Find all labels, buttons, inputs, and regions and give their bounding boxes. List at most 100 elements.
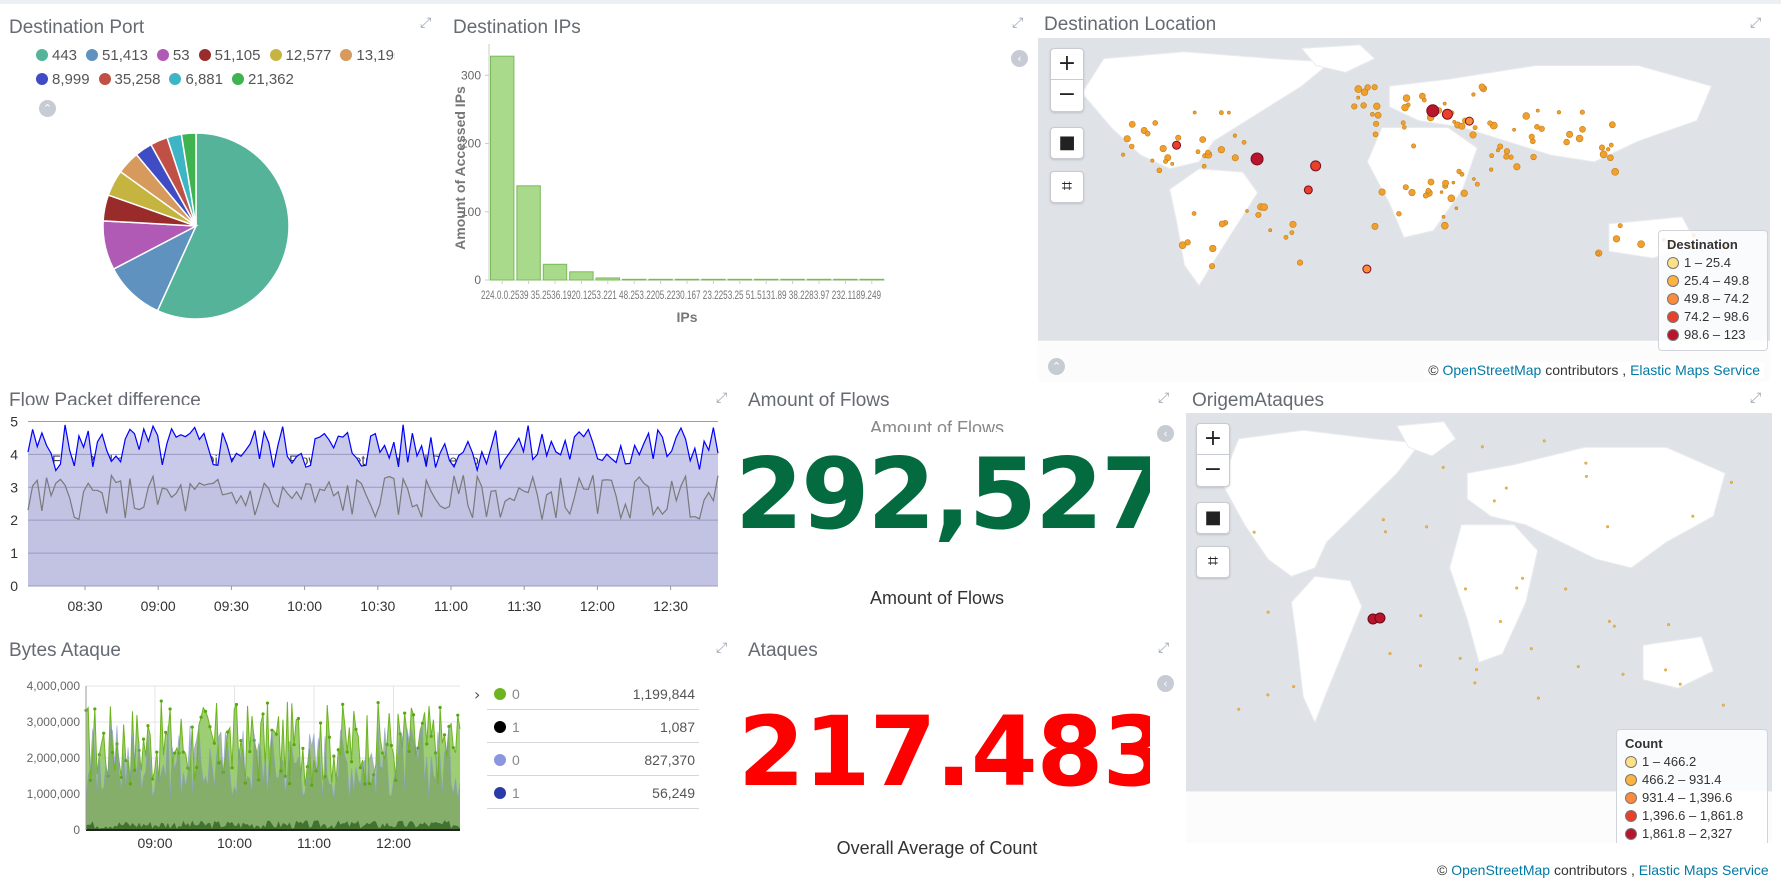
openstreetmap-link[interactable]: OpenStreetMap bbox=[1443, 362, 1542, 378]
table-row[interactable]: 1 56,249 bbox=[487, 777, 699, 809]
series-point bbox=[190, 725, 194, 729]
y-axis-title: Amount of Accessed IPs bbox=[452, 86, 468, 250]
zoom-in-button[interactable]: + bbox=[1051, 49, 1083, 80]
location-point bbox=[1283, 234, 1289, 240]
legend-item[interactable]: 13,195 bbox=[340, 47, 395, 64]
draw-rectangle-button[interactable]: ■ bbox=[1050, 127, 1084, 159]
location-point bbox=[1503, 148, 1511, 155]
location-point bbox=[1607, 154, 1614, 162]
location-point bbox=[1191, 211, 1197, 216]
legend-item[interactable]: 51,105 bbox=[198, 47, 261, 64]
elastic-maps-link[interactable]: Elastic Maps Service bbox=[1639, 862, 1769, 878]
legend-item[interactable]: 21,362 bbox=[231, 71, 294, 88]
legend-item: 1 – 25.4 bbox=[1667, 254, 1759, 272]
expand-icon[interactable]: ⤢ bbox=[1158, 641, 1172, 655]
location-point bbox=[1402, 94, 1411, 102]
location-point bbox=[1192, 110, 1197, 115]
collapse-legend-icon[interactable]: ‹ bbox=[1157, 425, 1174, 442]
row-label: 1 bbox=[512, 785, 520, 801]
location-point bbox=[1232, 133, 1238, 138]
location-point bbox=[1441, 221, 1449, 230]
series-point bbox=[411, 713, 416, 717]
destination-location-map[interactable]: + − ■ ⌗ Destination 1 – 25.4 25.4 – 49.8 4… bbox=[1038, 38, 1770, 382]
attrib-mid: contributors , bbox=[1553, 862, 1635, 878]
legend-item[interactable]: 8,999 bbox=[36, 71, 90, 88]
draw-rectangle-button[interactable]: ■ bbox=[1196, 502, 1230, 534]
row-value: 1,199,844 bbox=[632, 686, 695, 702]
bar-23.225 bbox=[701, 278, 726, 281]
expand-icon[interactable]: ⤢ bbox=[1012, 16, 1026, 30]
row-label: 0 bbox=[512, 686, 520, 702]
legend-item: 25.4 – 49.8 bbox=[1667, 272, 1759, 290]
table-row[interactable]: 1 1,087 bbox=[487, 711, 699, 743]
expand-icon[interactable]: ⤢ bbox=[716, 641, 730, 655]
land-mass bbox=[1449, 524, 1539, 664]
zoom-out-button[interactable]: − bbox=[1197, 455, 1229, 486]
location-point bbox=[1512, 127, 1516, 132]
collapse-legend-icon[interactable]: ‹ bbox=[1157, 675, 1174, 692]
zoom-out-button[interactable]: − bbox=[1051, 80, 1083, 111]
origem-ataques-map[interactable]: + − ■ ⌗ Count 1 – 466.2 466.2 – 931.4 931.… bbox=[1186, 413, 1772, 843]
location-point bbox=[1458, 122, 1466, 130]
legend-item: 466.2 – 931.4 bbox=[1625, 771, 1759, 789]
metric-label: Overall Average of Count bbox=[836, 838, 1038, 858]
x-tick-label: 11:30 bbox=[507, 598, 541, 614]
openstreetmap-link[interactable]: OpenStreetMap bbox=[1451, 862, 1550, 878]
location-point bbox=[1411, 143, 1416, 149]
legend-item[interactable]: 35,258 bbox=[98, 71, 160, 88]
origin-point bbox=[1464, 587, 1468, 591]
legend-item: 74.2 – 98.6 bbox=[1667, 308, 1759, 326]
location-point bbox=[1442, 101, 1447, 106]
location-point bbox=[1425, 187, 1432, 194]
collapse-legend-icon[interactable]: ‹ bbox=[1011, 50, 1028, 67]
location-point bbox=[1563, 138, 1570, 146]
y-tick-label: 2,000,000 bbox=[27, 751, 81, 765]
table-row[interactable]: 0 827,370 bbox=[487, 744, 699, 776]
crop-button[interactable]: ⌗ bbox=[1050, 171, 1084, 203]
location-point bbox=[1356, 95, 1361, 100]
location-point bbox=[1460, 189, 1468, 197]
origin-point bbox=[1621, 672, 1625, 676]
collapse-legend-icon[interactable]: ⌃ bbox=[1048, 358, 1065, 375]
elastic-maps-link[interactable]: Elastic Maps Service bbox=[1630, 362, 1760, 378]
legend-item[interactable]: 12,577 bbox=[269, 47, 331, 64]
legend-swatch bbox=[36, 49, 48, 61]
origin-point bbox=[1564, 587, 1568, 591]
location-point bbox=[1364, 84, 1371, 91]
legend-item: 1 – 466.2 bbox=[1625, 753, 1759, 771]
crop-button[interactable]: ⌗ bbox=[1196, 546, 1230, 578]
legend-swatch bbox=[340, 49, 353, 61]
collapse-legend-icon[interactable]: ⌃ bbox=[39, 100, 56, 117]
row-label: 0 bbox=[512, 752, 520, 768]
legend-item[interactable]: 53 bbox=[156, 47, 190, 64]
series-point bbox=[354, 727, 358, 731]
table-expand-icon[interactable]: › bbox=[474, 685, 480, 704]
location-point bbox=[1218, 110, 1224, 116]
location-point bbox=[1528, 133, 1535, 140]
location-point bbox=[1150, 158, 1155, 163]
expand-icon[interactable]: ⤢ bbox=[1750, 391, 1764, 405]
legend-item[interactable]: 443 bbox=[36, 47, 77, 64]
series-point bbox=[376, 701, 380, 705]
land-mass bbox=[1642, 636, 1715, 689]
series-point bbox=[234, 702, 239, 707]
series-point bbox=[274, 732, 278, 736]
expand-icon[interactable]: ⤢ bbox=[1158, 391, 1172, 405]
expand-icon[interactable]: ⤢ bbox=[716, 391, 730, 405]
legend-item[interactable]: 51,413 bbox=[86, 47, 148, 64]
legend-item[interactable]: 6,881 bbox=[169, 71, 223, 88]
series-point bbox=[341, 702, 345, 707]
location-point bbox=[1374, 111, 1382, 119]
origin-point bbox=[1612, 624, 1616, 628]
table-row[interactable]: 0 1,199,844 bbox=[487, 678, 699, 710]
legend-label: 21,362 bbox=[247, 71, 294, 88]
series-point bbox=[389, 743, 393, 748]
x-tick-label: 10:00 bbox=[287, 598, 322, 614]
expand-icon[interactable]: ⤢ bbox=[420, 16, 434, 30]
location-point bbox=[1208, 263, 1216, 270]
zoom-in-button[interactable]: + bbox=[1197, 424, 1229, 455]
legend-swatch bbox=[156, 49, 169, 61]
location-point bbox=[1296, 259, 1304, 266]
expand-icon[interactable]: ⤢ bbox=[1750, 16, 1764, 30]
location-point bbox=[1451, 180, 1456, 185]
